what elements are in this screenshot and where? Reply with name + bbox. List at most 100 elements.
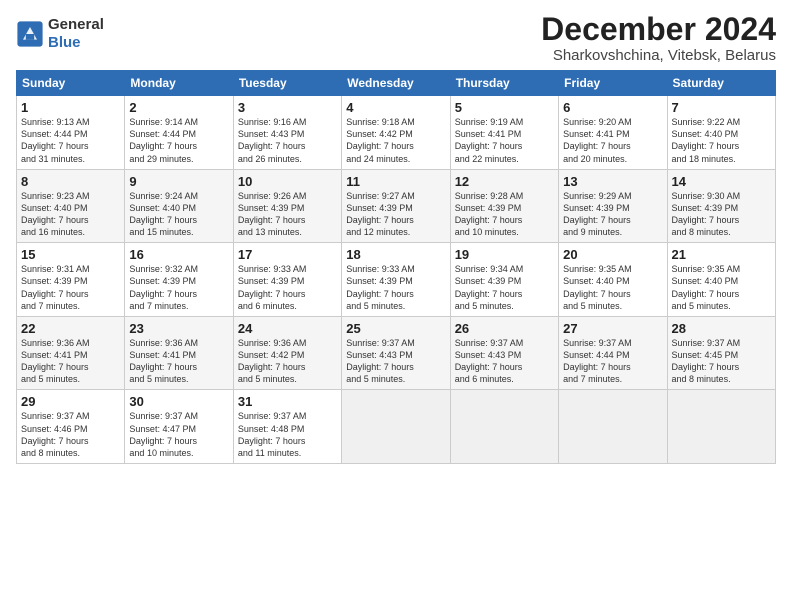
day-info: Sunrise: 9:13 AMSunset: 4:44 PMDaylight:… <box>21 117 90 163</box>
calendar-week-row: 22 Sunrise: 9:36 AMSunset: 4:41 PMDaylig… <box>17 316 776 390</box>
table-row: 12 Sunrise: 9:28 AMSunset: 4:39 PMDaylig… <box>450 169 558 243</box>
calendar-table: Sunday Monday Tuesday Wednesday Thursday… <box>16 70 776 464</box>
table-row: 20 Sunrise: 9:35 AMSunset: 4:40 PMDaylig… <box>559 243 667 317</box>
col-wednesday: Wednesday <box>342 71 450 96</box>
table-row: 11 Sunrise: 9:27 AMSunset: 4:39 PMDaylig… <box>342 169 450 243</box>
logo: General Blue <box>16 16 104 52</box>
table-row: 4 Sunrise: 9:18 AMSunset: 4:42 PMDayligh… <box>342 96 450 170</box>
day-number: 12 <box>455 174 554 189</box>
day-info: Sunrise: 9:16 AMSunset: 4:43 PMDaylight:… <box>238 117 307 163</box>
day-info: Sunrise: 9:35 AMSunset: 4:40 PMDaylight:… <box>563 264 632 310</box>
table-row: 5 Sunrise: 9:19 AMSunset: 4:41 PMDayligh… <box>450 96 558 170</box>
table-row <box>667 390 775 464</box>
day-number: 31 <box>238 394 337 409</box>
day-number: 27 <box>563 321 662 336</box>
day-info: Sunrise: 9:20 AMSunset: 4:41 PMDaylight:… <box>563 117 632 163</box>
day-number: 29 <box>21 394 120 409</box>
calendar-week-row: 15 Sunrise: 9:31 AMSunset: 4:39 PMDaylig… <box>17 243 776 317</box>
col-monday: Monday <box>125 71 233 96</box>
header: General Blue December 2024 Sharkovshchin… <box>16 12 776 64</box>
col-saturday: Saturday <box>667 71 775 96</box>
table-row: 28 Sunrise: 9:37 AMSunset: 4:45 PMDaylig… <box>667 316 775 390</box>
table-row: 9 Sunrise: 9:24 AMSunset: 4:40 PMDayligh… <box>125 169 233 243</box>
table-row: 17 Sunrise: 9:33 AMSunset: 4:39 PMDaylig… <box>233 243 341 317</box>
day-number: 14 <box>672 174 771 189</box>
table-row: 6 Sunrise: 9:20 AMSunset: 4:41 PMDayligh… <box>559 96 667 170</box>
day-info: Sunrise: 9:37 AMSunset: 4:44 PMDaylight:… <box>563 338 632 384</box>
day-number: 7 <box>672 100 771 115</box>
day-number: 30 <box>129 394 228 409</box>
day-info: Sunrise: 9:31 AMSunset: 4:39 PMDaylight:… <box>21 264 90 310</box>
day-number: 18 <box>346 247 445 262</box>
day-number: 26 <box>455 321 554 336</box>
table-row: 25 Sunrise: 9:37 AMSunset: 4:43 PMDaylig… <box>342 316 450 390</box>
day-info: Sunrise: 9:35 AMSunset: 4:40 PMDaylight:… <box>672 264 741 310</box>
table-row: 18 Sunrise: 9:33 AMSunset: 4:39 PMDaylig… <box>342 243 450 317</box>
day-info: Sunrise: 9:24 AMSunset: 4:40 PMDaylight:… <box>129 191 198 237</box>
day-info: Sunrise: 9:32 AMSunset: 4:39 PMDaylight:… <box>129 264 198 310</box>
day-number: 19 <box>455 247 554 262</box>
table-row: 27 Sunrise: 9:37 AMSunset: 4:44 PMDaylig… <box>559 316 667 390</box>
day-info: Sunrise: 9:29 AMSunset: 4:39 PMDaylight:… <box>563 191 632 237</box>
day-info: Sunrise: 9:14 AMSunset: 4:44 PMDaylight:… <box>129 117 198 163</box>
table-row: 3 Sunrise: 9:16 AMSunset: 4:43 PMDayligh… <box>233 96 341 170</box>
day-info: Sunrise: 9:36 AMSunset: 4:42 PMDaylight:… <box>238 338 307 384</box>
page-subtitle: Sharkovshchina, Vitebsk, Belarus <box>541 47 776 64</box>
col-tuesday: Tuesday <box>233 71 341 96</box>
table-row: 22 Sunrise: 9:36 AMSunset: 4:41 PMDaylig… <box>17 316 125 390</box>
table-row <box>559 390 667 464</box>
day-number: 21 <box>672 247 771 262</box>
day-info: Sunrise: 9:37 AMSunset: 4:43 PMDaylight:… <box>455 338 524 384</box>
day-info: Sunrise: 9:23 AMSunset: 4:40 PMDaylight:… <box>21 191 90 237</box>
day-number: 3 <box>238 100 337 115</box>
day-number: 1 <box>21 100 120 115</box>
calendar-header-row: Sunday Monday Tuesday Wednesday Thursday… <box>17 71 776 96</box>
day-number: 16 <box>129 247 228 262</box>
table-row <box>342 390 450 464</box>
table-row: 7 Sunrise: 9:22 AMSunset: 4:40 PMDayligh… <box>667 96 775 170</box>
calendar-week-row: 1 Sunrise: 9:13 AMSunset: 4:44 PMDayligh… <box>17 96 776 170</box>
day-info: Sunrise: 9:37 AMSunset: 4:48 PMDaylight:… <box>238 411 307 457</box>
day-info: Sunrise: 9:36 AMSunset: 4:41 PMDaylight:… <box>21 338 90 384</box>
day-number: 23 <box>129 321 228 336</box>
logo-icon <box>16 20 44 48</box>
col-thursday: Thursday <box>450 71 558 96</box>
table-row <box>450 390 558 464</box>
day-number: 22 <box>21 321 120 336</box>
day-number: 4 <box>346 100 445 115</box>
table-row: 14 Sunrise: 9:30 AMSunset: 4:39 PMDaylig… <box>667 169 775 243</box>
day-info: Sunrise: 9:33 AMSunset: 4:39 PMDaylight:… <box>238 264 307 310</box>
main-container: General Blue December 2024 Sharkovshchin… <box>0 0 792 472</box>
day-number: 9 <box>129 174 228 189</box>
table-row: 23 Sunrise: 9:36 AMSunset: 4:41 PMDaylig… <box>125 316 233 390</box>
calendar-week-row: 29 Sunrise: 9:37 AMSunset: 4:46 PMDaylig… <box>17 390 776 464</box>
table-row: 21 Sunrise: 9:35 AMSunset: 4:40 PMDaylig… <box>667 243 775 317</box>
table-row: 10 Sunrise: 9:26 AMSunset: 4:39 PMDaylig… <box>233 169 341 243</box>
day-number: 2 <box>129 100 228 115</box>
day-number: 15 <box>21 247 120 262</box>
day-info: Sunrise: 9:26 AMSunset: 4:39 PMDaylight:… <box>238 191 307 237</box>
day-number: 25 <box>346 321 445 336</box>
table-row: 30 Sunrise: 9:37 AMSunset: 4:47 PMDaylig… <box>125 390 233 464</box>
table-row: 26 Sunrise: 9:37 AMSunset: 4:43 PMDaylig… <box>450 316 558 390</box>
table-row: 29 Sunrise: 9:37 AMSunset: 4:46 PMDaylig… <box>17 390 125 464</box>
day-number: 17 <box>238 247 337 262</box>
day-info: Sunrise: 9:28 AMSunset: 4:39 PMDaylight:… <box>455 191 524 237</box>
day-info: Sunrise: 9:30 AMSunset: 4:39 PMDaylight:… <box>672 191 741 237</box>
col-friday: Friday <box>559 71 667 96</box>
table-row: 16 Sunrise: 9:32 AMSunset: 4:39 PMDaylig… <box>125 243 233 317</box>
day-info: Sunrise: 9:33 AMSunset: 4:39 PMDaylight:… <box>346 264 415 310</box>
table-row: 1 Sunrise: 9:13 AMSunset: 4:44 PMDayligh… <box>17 96 125 170</box>
table-row: 15 Sunrise: 9:31 AMSunset: 4:39 PMDaylig… <box>17 243 125 317</box>
title-block: December 2024 Sharkovshchina, Vitebsk, B… <box>541 12 776 64</box>
table-row: 31 Sunrise: 9:37 AMSunset: 4:48 PMDaylig… <box>233 390 341 464</box>
day-number: 13 <box>563 174 662 189</box>
table-row: 2 Sunrise: 9:14 AMSunset: 4:44 PMDayligh… <box>125 96 233 170</box>
day-number: 24 <box>238 321 337 336</box>
table-row: 24 Sunrise: 9:36 AMSunset: 4:42 PMDaylig… <box>233 316 341 390</box>
logo-general-text: General <box>48 16 104 33</box>
day-info: Sunrise: 9:37 AMSunset: 4:46 PMDaylight:… <box>21 411 90 457</box>
day-info: Sunrise: 9:37 AMSunset: 4:43 PMDaylight:… <box>346 338 415 384</box>
table-row: 13 Sunrise: 9:29 AMSunset: 4:39 PMDaylig… <box>559 169 667 243</box>
day-info: Sunrise: 9:22 AMSunset: 4:40 PMDaylight:… <box>672 117 741 163</box>
